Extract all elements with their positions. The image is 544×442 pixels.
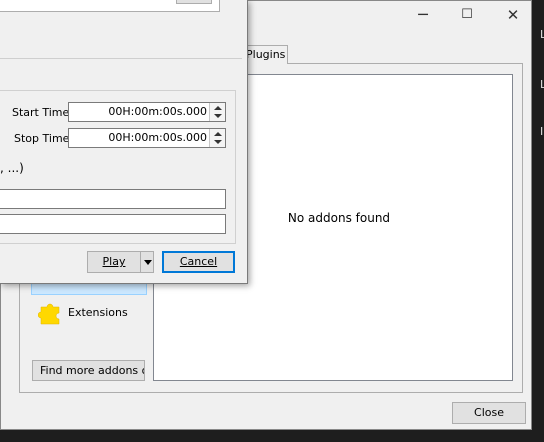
- start-time-value: 00H:00m:00s.000: [108, 105, 207, 118]
- close-button[interactable]: Close: [452, 402, 526, 424]
- spin-arrows-icon[interactable]: [209, 103, 225, 121]
- options-input[interactable]: [0, 189, 226, 209]
- spin-arrows-icon[interactable]: [209, 129, 225, 147]
- cancel-button[interactable]: Cancel: [162, 251, 235, 273]
- panel-button[interactable]: [176, 0, 212, 4]
- maximize-icon[interactable]: ☐: [453, 1, 481, 29]
- tab-plugins[interactable]: Plugins: [241, 45, 288, 64]
- open-media-dialog: Start Time 00H:00m:00s.000 Stop Time 00H…: [0, 0, 248, 284]
- start-time-label: Start Time: [12, 106, 70, 119]
- stop-time-spinbox[interactable]: 00H:00m:00s.000: [68, 128, 226, 148]
- edit-options-input[interactable]: [0, 214, 226, 234]
- close-icon[interactable]: ✕: [499, 1, 527, 29]
- background-text: L: [540, 78, 544, 91]
- background-text: I: [540, 125, 544, 138]
- sidebar-item-extensions[interactable]: Extensions: [68, 306, 128, 319]
- chevron-down-icon[interactable]: [140, 252, 154, 272]
- minimize-icon[interactable]: ─: [409, 1, 437, 29]
- background-text: L: [540, 28, 544, 41]
- play-label: Play: [102, 255, 126, 268]
- options-partial-label: , ...): [0, 161, 24, 175]
- stop-time-value: 00H:00m:00s.000: [108, 131, 207, 144]
- stop-time-label: Stop Time: [14, 132, 70, 145]
- play-button[interactable]: Play: [87, 251, 154, 273]
- start-time-spinbox[interactable]: 00H:00m:00s.000: [68, 102, 226, 122]
- find-more-addons-button[interactable]: Find more addons onl: [32, 360, 145, 381]
- puzzle-icon: [38, 303, 60, 325]
- divider: [0, 58, 242, 59]
